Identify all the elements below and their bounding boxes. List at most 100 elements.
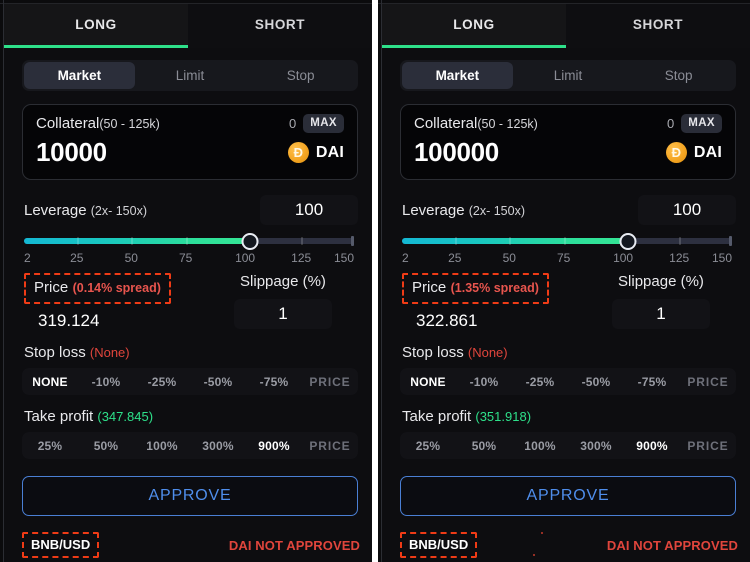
trading-panel-left: LONG SHORT Market Limit Stop Collateral(… bbox=[0, 0, 372, 562]
stop-loss-option-none[interactable]: NONE bbox=[400, 375, 456, 389]
max-button[interactable]: MAX bbox=[681, 114, 722, 133]
collateral-range: (50 - 125k) bbox=[477, 117, 538, 131]
slippage-input[interactable]: 1 bbox=[612, 299, 710, 329]
price-annotation-box: Price (1.35% spread) bbox=[402, 273, 549, 304]
scale-tick-label: 2 bbox=[24, 251, 31, 265]
stop-loss-option-10[interactable]: -10% bbox=[78, 375, 134, 389]
scale-tick-label: 75 bbox=[179, 251, 193, 265]
stop-loss-option-price[interactable]: PRICE bbox=[302, 375, 358, 389]
slippage-column: Slippage (%) 1 bbox=[586, 273, 736, 329]
slider-tick bbox=[679, 237, 682, 245]
order-type-limit[interactable]: Limit bbox=[513, 62, 624, 89]
scale-tick-label: 150 bbox=[711, 251, 732, 265]
slider-end-cap bbox=[729, 236, 732, 246]
leverage-slider[interactable] bbox=[402, 233, 732, 250]
stop-loss-option-50[interactable]: -50% bbox=[568, 375, 624, 389]
order-type-market[interactable]: Market bbox=[24, 62, 135, 89]
order-type-selector: Market Limit Stop bbox=[400, 60, 736, 91]
order-type-stop[interactable]: Stop bbox=[245, 62, 356, 89]
footer-left: BNB/USD DAI NOT APPROVED bbox=[8, 528, 372, 562]
leverage-label-text: Leverage bbox=[24, 201, 87, 219]
collateral-amount-input[interactable]: 100000 bbox=[414, 137, 499, 168]
take-profit-option-900[interactable]: 900% bbox=[246, 439, 302, 453]
price-value: 319.124 bbox=[38, 311, 100, 330]
stop-loss-option-25[interactable]: -25% bbox=[134, 375, 190, 389]
stop-loss-header: Stop loss (None) bbox=[24, 344, 358, 361]
take-profit-option-50[interactable]: 50% bbox=[78, 439, 134, 453]
slider-tick bbox=[76, 237, 79, 245]
take-profit-header: Take profit (347.845) bbox=[24, 408, 358, 425]
take-profit-label: Take profit bbox=[24, 408, 94, 425]
tab-short[interactable]: SHORT bbox=[188, 4, 372, 48]
slider-thumb[interactable] bbox=[241, 233, 259, 250]
scale-tick-label: 125 bbox=[669, 251, 690, 265]
approve-button[interactable]: APPROVE bbox=[22, 476, 358, 516]
price-label: Price bbox=[412, 279, 447, 296]
scale-tick-label: 75 bbox=[557, 251, 571, 265]
tab-long[interactable]: LONG bbox=[4, 4, 188, 48]
take-profit-option-300[interactable]: 300% bbox=[568, 439, 624, 453]
take-profit-option-900[interactable]: 900% bbox=[624, 439, 680, 453]
collateral-token[interactable]: Ð DAI bbox=[665, 142, 722, 163]
slider-fill bbox=[402, 238, 629, 244]
scale-tick-label: 50 bbox=[124, 251, 138, 265]
leverage-range: (2x- 150x) bbox=[468, 203, 526, 218]
panel-inner-right: LONG SHORT Market Limit Stop Collateral(… bbox=[382, 4, 750, 562]
stop-loss-option-75[interactable]: -75% bbox=[624, 375, 680, 389]
slippage-input[interactable]: 1 bbox=[234, 299, 332, 329]
tab-short-label: SHORT bbox=[254, 17, 306, 32]
leverage-input[interactable]: 100 bbox=[638, 195, 736, 225]
price-spread: (0.14% spread) bbox=[72, 281, 161, 295]
trading-pair-selector[interactable]: BNB/USD bbox=[22, 532, 100, 558]
stop-loss-value: (None) bbox=[467, 345, 508, 360]
take-profit-option-price[interactable]: PRICE bbox=[302, 439, 358, 453]
take-profit-option-25[interactable]: 25% bbox=[22, 439, 78, 453]
order-type-segmented: Market Limit Stop bbox=[400, 60, 736, 91]
max-button[interactable]: MAX bbox=[303, 114, 344, 133]
slider-thumb[interactable] bbox=[619, 233, 637, 250]
order-type-stop[interactable]: Stop bbox=[623, 62, 734, 89]
scale-tick-label: 2 bbox=[402, 251, 409, 265]
stop-loss-option-10[interactable]: -10% bbox=[456, 375, 512, 389]
collateral-amount-input[interactable]: 10000 bbox=[36, 137, 107, 168]
tab-short-label: SHORT bbox=[632, 17, 684, 32]
stop-loss-option-25[interactable]: -25% bbox=[512, 375, 568, 389]
approve-button[interactable]: APPROVE bbox=[400, 476, 736, 516]
take-profit-option-25[interactable]: 25% bbox=[400, 439, 456, 453]
price-column: Price (1.35% spread) 322.861 bbox=[402, 273, 577, 331]
scale-tick-label: 125 bbox=[291, 251, 312, 265]
leverage-slider[interactable] bbox=[24, 233, 354, 250]
take-profit-option-100[interactable]: 100% bbox=[134, 439, 190, 453]
stop-loss-option-none[interactable]: NONE bbox=[22, 375, 78, 389]
dai-coin-icon: Ð bbox=[287, 142, 309, 163]
panel-inner-left: LONG SHORT Market Limit Stop Collateral(… bbox=[4, 4, 372, 562]
collateral-card: Collateral(50 - 125k) 0 MAX 10000 Ð DAI bbox=[22, 104, 358, 180]
order-type-market-label: Market bbox=[435, 68, 480, 83]
stop-loss-option-price[interactable]: PRICE bbox=[680, 375, 736, 389]
tab-long[interactable]: LONG bbox=[382, 4, 566, 48]
take-profit-options: 25% 50% 100% 300% 900% PRICE bbox=[400, 432, 736, 459]
leverage-label-text: Leverage bbox=[402, 201, 465, 219]
stop-loss-option-50[interactable]: -50% bbox=[190, 375, 246, 389]
order-type-market[interactable]: Market bbox=[402, 62, 513, 89]
take-profit-option-50[interactable]: 50% bbox=[456, 439, 512, 453]
leverage-input[interactable]: 100 bbox=[260, 195, 358, 225]
take-profit-value: (351.918) bbox=[475, 409, 532, 424]
stop-loss-option-75[interactable]: -75% bbox=[246, 375, 302, 389]
collateral-range: (50 - 125k) bbox=[99, 117, 160, 131]
order-type-segmented: Market Limit Stop bbox=[22, 60, 358, 91]
order-type-limit[interactable]: Limit bbox=[135, 62, 246, 89]
collateral-amount-row: 100000 Ð DAI bbox=[414, 137, 722, 168]
collateral-token[interactable]: Ð DAI bbox=[287, 142, 344, 163]
take-profit-option-price[interactable]: PRICE bbox=[680, 439, 736, 453]
order-type-stop-label: Stop bbox=[286, 68, 315, 83]
slider-tick bbox=[301, 237, 304, 245]
price-value: 322.861 bbox=[416, 311, 478, 330]
token-symbol: DAI bbox=[693, 143, 722, 161]
tab-short[interactable]: SHORT bbox=[566, 4, 750, 48]
stop-loss-options: NONE -10% -25% -50% -75% PRICE bbox=[22, 368, 358, 395]
trading-pair-selector[interactable]: BNB/USD bbox=[400, 532, 478, 558]
direction-tabs: LONG SHORT bbox=[4, 4, 372, 48]
take-profit-option-300[interactable]: 300% bbox=[190, 439, 246, 453]
take-profit-option-100[interactable]: 100% bbox=[512, 439, 568, 453]
